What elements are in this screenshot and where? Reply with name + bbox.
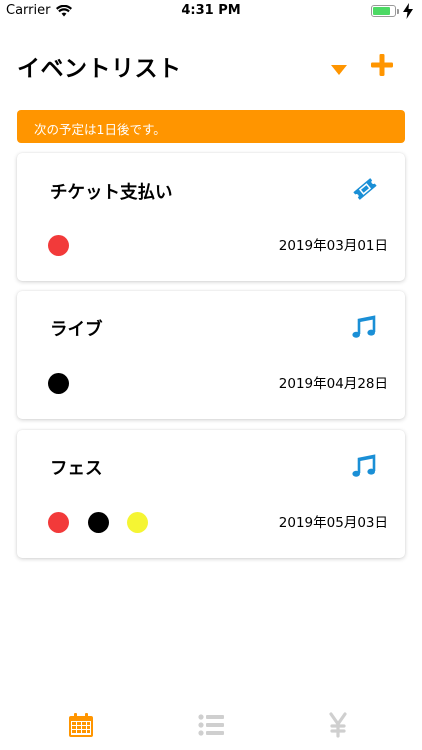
music-note-icon bbox=[352, 315, 376, 338]
sort-dropdown-icon[interactable] bbox=[330, 64, 348, 76]
battery-icon bbox=[371, 5, 396, 17]
charging-icon bbox=[403, 3, 413, 19]
battery-level bbox=[373, 7, 391, 15]
event-title: チケット支払い bbox=[50, 183, 173, 203]
battery-tip bbox=[397, 9, 399, 14]
color-dot bbox=[48, 235, 69, 256]
color-dot bbox=[48, 373, 69, 394]
add-event-button[interactable] bbox=[371, 54, 393, 76]
color-dot bbox=[48, 512, 69, 533]
event-date: 2019年05月03日 bbox=[278, 515, 388, 531]
status-time: 4:31 PM bbox=[181, 3, 241, 18]
list-icon[interactable] bbox=[198, 712, 224, 738]
event-title: フェス bbox=[50, 459, 103, 479]
calendar-icon[interactable] bbox=[68, 712, 94, 738]
color-dot bbox=[88, 512, 109, 533]
page-title: イベントリスト bbox=[17, 56, 182, 82]
music-note-icon bbox=[352, 454, 376, 477]
event-date: 2019年03月01日 bbox=[278, 238, 388, 254]
ticket-icon bbox=[353, 178, 377, 200]
event-title: ライブ bbox=[50, 320, 103, 340]
event-card[interactable]: フェス 2019年05月03日 bbox=[17, 430, 405, 558]
yen-icon[interactable] bbox=[325, 712, 351, 738]
event-card[interactable]: チケット支払い 2019年03月01日 bbox=[17, 153, 405, 281]
event-card[interactable]: ライブ 2019年04月28日 bbox=[17, 291, 405, 419]
banner-text: 次の予定は1日後です。 bbox=[34, 122, 166, 137]
event-date: 2019年04月28日 bbox=[278, 376, 388, 392]
next-event-banner: 次の予定は1日後です。 bbox=[17, 110, 405, 143]
color-dot bbox=[127, 512, 148, 533]
status-bar: Carrier 4:31 PM bbox=[0, 0, 422, 22]
